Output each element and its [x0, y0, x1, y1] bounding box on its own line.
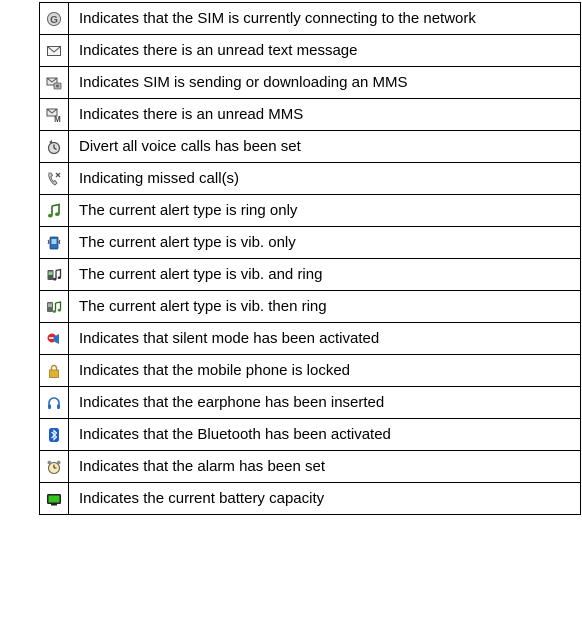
row-description: Indicating missed call(s) [68, 162, 581, 195]
table-row: Indicates that the mobile phone is locke… [39, 354, 581, 387]
row-description: Indicates SIM is sending or downloading … [68, 66, 581, 99]
vibrate-then-ring-icon [46, 299, 62, 315]
table-row: Indicates that the earphone has been ins… [39, 386, 581, 419]
table-row: Divert all voice calls has been set [39, 130, 581, 163]
table-row: The current alert type is vib. only [39, 226, 581, 259]
silent-mode-icon [46, 331, 62, 347]
status-icons-table: G Indicates that the SIM is currently co… [39, 2, 581, 515]
document-page: G Indicates that the SIM is currently co… [0, 0, 582, 634]
table-row: Indicates the current battery capacity [39, 482, 581, 515]
table-row: The current alert type is vib. then ring [39, 290, 581, 323]
row-description: The current alert type is vib. then ring [68, 290, 581, 323]
unread-mms-icon: M [46, 107, 62, 123]
table-row: Indicates that silent mode has been acti… [39, 322, 581, 355]
bluetooth-icon [46, 427, 62, 443]
table-row: The current alert type is ring only [39, 194, 581, 227]
row-description: The current alert type is ring only [68, 194, 581, 227]
table-row: Indicates SIM is sending or downloading … [39, 66, 581, 99]
missed-call-icon [46, 171, 62, 187]
row-description: Indicates there is an unread text messag… [68, 34, 581, 67]
table-row: Indicating missed call(s) [39, 162, 581, 195]
earphone-icon [46, 395, 62, 411]
svg-text:M: M [54, 115, 61, 123]
row-description: Indicates that the earphone has been ins… [68, 386, 581, 419]
unread-message-icon [46, 43, 62, 59]
svg-text:G: G [50, 15, 58, 26]
network-connecting-icon: G [46, 11, 62, 27]
row-description: Indicates that the alarm has been set [68, 450, 581, 483]
table-row: G Indicates that the SIM is currently co… [39, 2, 581, 35]
row-description: Indicates the current battery capacity [68, 482, 581, 515]
row-description: Indicates that the SIM is currently conn… [68, 2, 581, 35]
row-description: The current alert type is vib. and ring [68, 258, 581, 291]
battery-icon [46, 491, 62, 507]
row-description: Indicates there is an unread MMS [68, 98, 581, 131]
row-description: The current alert type is vib. only [68, 226, 581, 259]
mms-sending-icon [46, 75, 62, 91]
table-row: The current alert type is vib. and ring [39, 258, 581, 291]
row-description: Divert all voice calls has been set [68, 130, 581, 163]
table-row: Indicates that the alarm has been set [39, 450, 581, 483]
divert-calls-icon [46, 139, 62, 155]
table-row: M Indicates there is an unread MMS [39, 98, 581, 131]
phone-locked-icon [46, 363, 62, 379]
table-row: Indicates there is an unread text messag… [39, 34, 581, 67]
alarm-icon [46, 459, 62, 475]
ring-only-icon [46, 203, 62, 219]
vibrate-only-icon [46, 235, 62, 251]
table-row: Indicates that the Bluetooth has been ac… [39, 418, 581, 451]
vibrate-and-ring-icon [46, 267, 62, 283]
row-description: Indicates that silent mode has been acti… [68, 322, 581, 355]
row-description: Indicates that the mobile phone is locke… [68, 354, 581, 387]
row-description: Indicates that the Bluetooth has been ac… [68, 418, 581, 451]
